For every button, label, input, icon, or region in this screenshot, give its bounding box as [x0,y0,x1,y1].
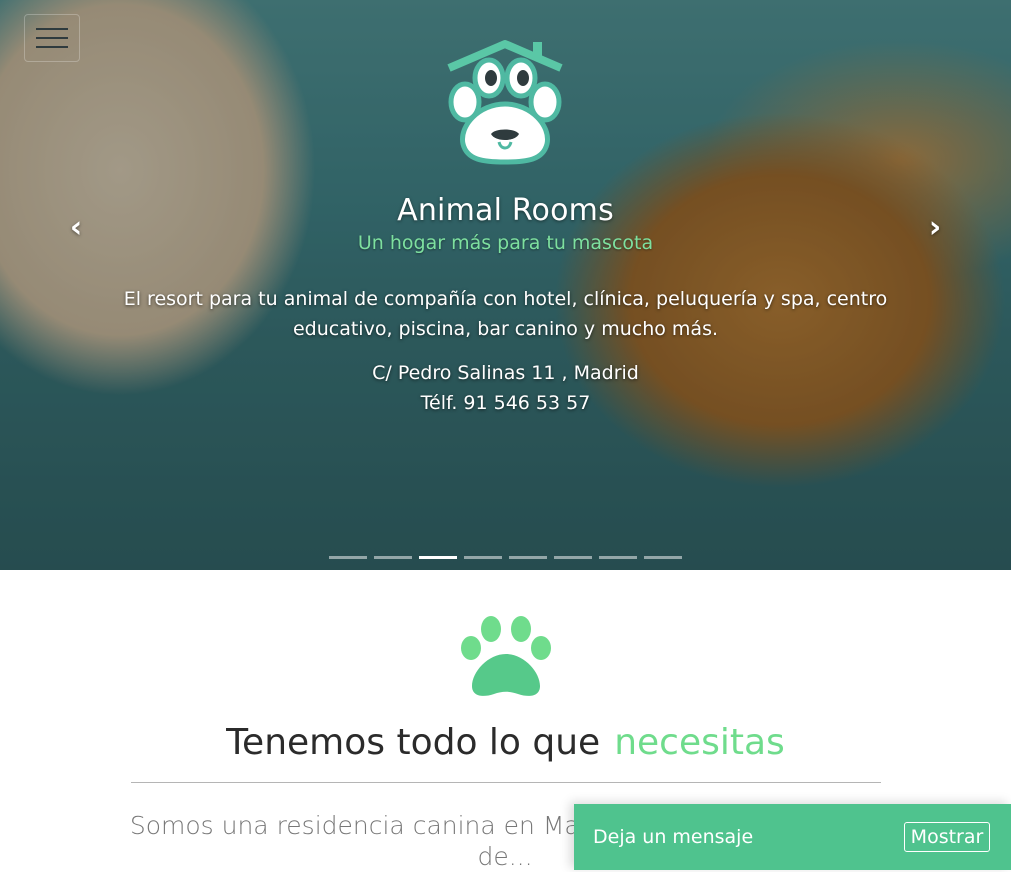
carousel-indicator[interactable] [419,556,457,559]
menu-button[interactable] [24,14,80,62]
hero-address: C/ Pedro Salinas 11 , Madrid [372,362,639,384]
paw-icon [461,616,551,696]
show-message-button[interactable]: Mostrar [904,822,990,852]
section-title: Tenemos todo lo que necesitas [0,722,1011,763]
hamburger-menu-icon [36,28,68,30]
carousel-indicator[interactable] [554,556,592,559]
carousel-indicators [329,556,682,559]
carousel-indicator[interactable] [599,556,637,559]
carousel-prev-button[interactable]: ‹ [56,208,96,248]
carousel-indicator[interactable] [644,556,682,559]
animal-rooms-logo [447,40,563,165]
carousel-indicator[interactable] [509,556,547,559]
hero-phone: Télf. 91 546 53 57 [420,392,591,414]
section-title-main: Tenemos todo lo que [226,722,601,763]
message-bar[interactable]: Deja un mensaje Mostrar [574,804,1011,870]
chevron-left-icon: ‹ [69,210,83,245]
chevron-right-icon: › [928,210,942,245]
brand-title: Animal Rooms [397,193,614,228]
carousel-next-button[interactable]: › [915,208,955,248]
section-title-accent: necesitas [614,722,785,763]
hero-carousel: Animal Rooms Un hogar más para tu mascot… [0,0,1011,570]
message-bar-label: Deja un mensaje [593,826,754,848]
carousel-indicator[interactable] [329,556,367,559]
carousel-indicator[interactable] [464,556,502,559]
carousel-indicator[interactable] [374,556,412,559]
hero-description: El resort para tu animal de compañía con… [123,288,888,340]
divider [131,782,881,783]
brand-subtitle: Un hogar más para tu mascota [357,232,654,254]
